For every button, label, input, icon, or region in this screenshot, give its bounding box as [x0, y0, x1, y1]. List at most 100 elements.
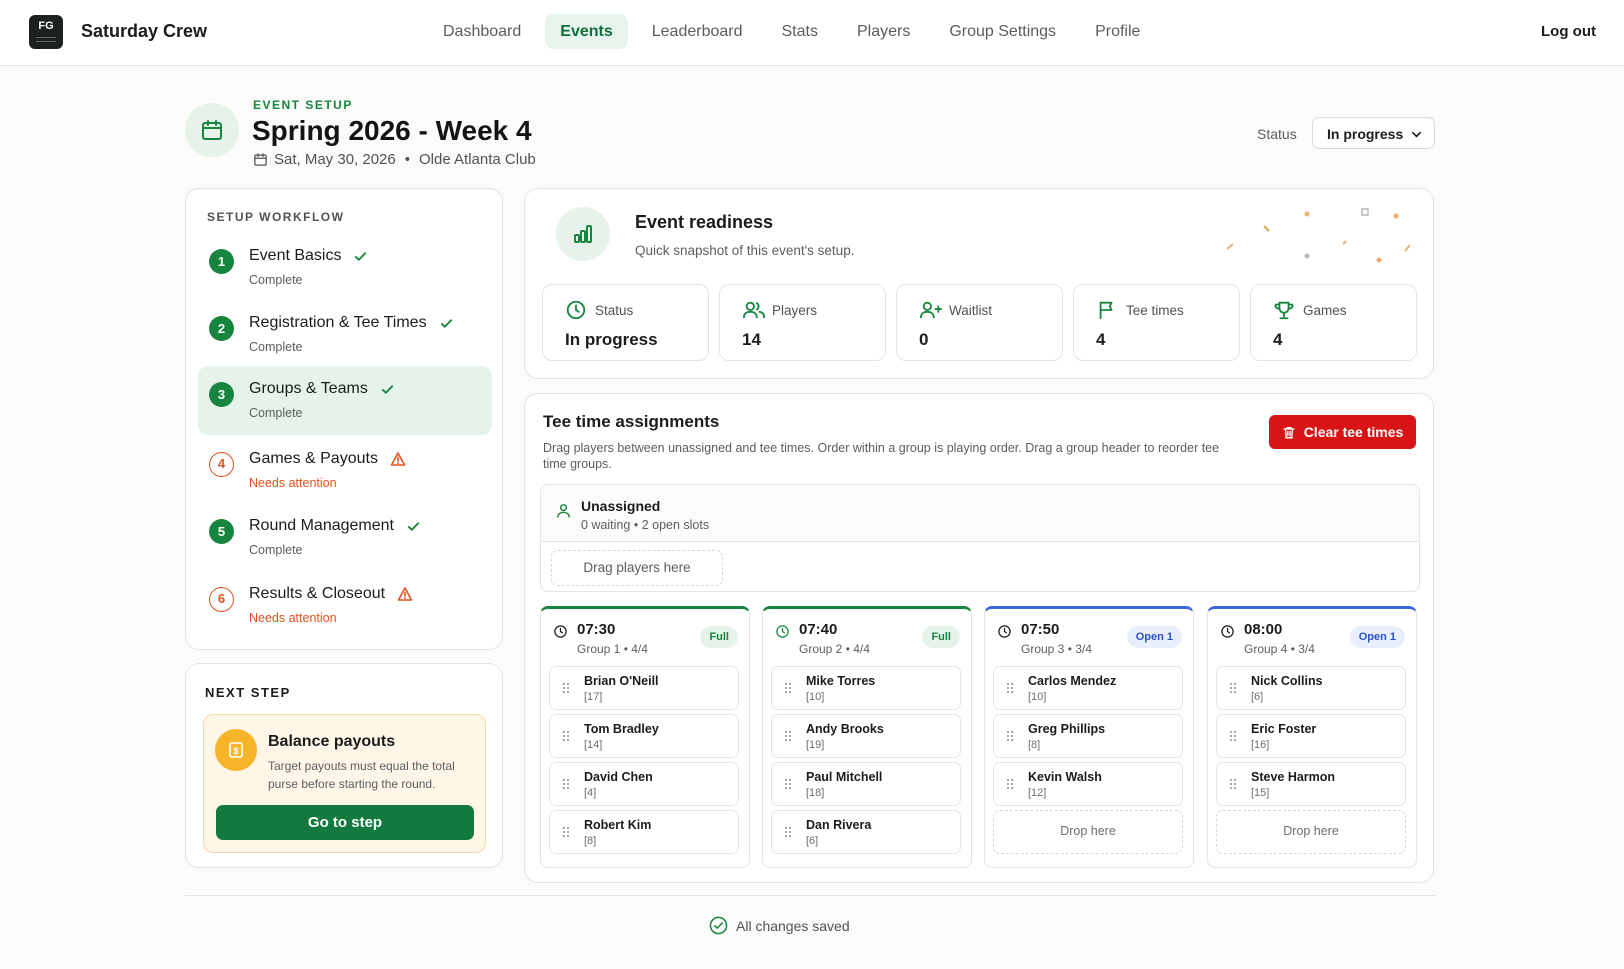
- player-name: Dan Rivera: [806, 818, 872, 832]
- player-handicap: [6]: [1251, 691, 1264, 703]
- drag-handle-icon[interactable]: [562, 826, 570, 838]
- player-card[interactable]: Brian O'Neill [17]: [549, 666, 739, 710]
- workflow-step-event-basics[interactable]: 1 Event Basics Complete: [198, 233, 492, 299]
- nav-players[interactable]: Players: [842, 14, 925, 49]
- player-handicap: [14]: [584, 739, 603, 751]
- step-state: Needs attention: [249, 611, 337, 625]
- player-name: Brian O'Neill: [584, 674, 659, 688]
- app-logo[interactable]: FG: [29, 15, 63, 49]
- unassigned-drop-zone[interactable]: Drag players here: [551, 550, 723, 586]
- unassigned-pool[interactable]: Unassigned 0 waiting • 2 open slots Drag…: [540, 484, 1420, 592]
- step-number: 5: [209, 519, 234, 544]
- open-slot-drop-zone[interactable]: Drop here: [993, 810, 1183, 854]
- player-handicap: [10]: [1028, 691, 1047, 703]
- player-card[interactable]: Andy Brooks [19]: [771, 714, 961, 758]
- step-name: Groups & Teams: [249, 380, 368, 397]
- nav-profile[interactable]: Profile: [1080, 14, 1155, 49]
- next-step-callout: $ Balance payouts Target payouts must eq…: [203, 714, 486, 853]
- player-card[interactable]: Tom Bradley [14]: [549, 714, 739, 758]
- step-name: Results & Closeout: [249, 585, 386, 602]
- drag-handle-icon[interactable]: [784, 778, 792, 790]
- users-icon: [742, 299, 766, 321]
- status-select[interactable]: In progress: [1312, 117, 1435, 149]
- player-card[interactable]: Carlos Mendez [10]: [993, 666, 1183, 710]
- readiness-tile-tee-times: Tee times 4: [1073, 284, 1240, 361]
- drag-handle-icon[interactable]: [784, 682, 792, 694]
- player-card[interactable]: Steve Harmon [15]: [1216, 762, 1406, 806]
- drag-handle-icon[interactable]: [1006, 682, 1014, 694]
- nav-stats[interactable]: Stats: [767, 14, 833, 49]
- nav-dashboard[interactable]: Dashboard: [428, 14, 536, 49]
- workflow-step-registration[interactable]: 2 Registration & Tee Times Complete: [198, 300, 492, 366]
- group-time[interactable]: 07:50: [1021, 621, 1059, 638]
- player-name: Andy Brooks: [806, 722, 884, 736]
- group-time[interactable]: 07:40: [799, 621, 837, 638]
- svg-text:$: $: [233, 746, 238, 756]
- top-nav-bar: FG Saturday Crew Dashboard Events Leader…: [0, 0, 1624, 66]
- drag-handle-icon[interactable]: [562, 682, 570, 694]
- group-time[interactable]: 07:30: [577, 621, 615, 638]
- nav-group-settings[interactable]: Group Settings: [934, 14, 1071, 49]
- group-meta: Group 4 • 3/4: [1244, 642, 1315, 656]
- player-handicap: [12]: [1028, 787, 1047, 799]
- clock-icon: [565, 299, 587, 321]
- go-to-step-button[interactable]: Go to step: [216, 805, 474, 840]
- player-card[interactable]: Dan Rivera [6]: [771, 810, 961, 854]
- player-card[interactable]: Nick Collins [6]: [1216, 666, 1406, 710]
- drag-handle-icon[interactable]: [1229, 682, 1237, 694]
- step-name: Round Management: [249, 517, 394, 534]
- workflow-step-games-payouts[interactable]: 4 Games & Payouts Needs attention: [198, 436, 492, 502]
- step-state: Complete: [249, 273, 303, 287]
- player-name: Eric Foster: [1251, 722, 1317, 736]
- readiness-title: Event readiness: [635, 212, 774, 232]
- check-icon: [406, 519, 421, 534]
- unassigned-header: Unassigned 0 waiting • 2 open slots: [541, 485, 1419, 542]
- trophy-icon: [1273, 299, 1295, 321]
- tile-label: Games: [1303, 303, 1347, 318]
- workflow-step-results-closeout[interactable]: 6 Results & Closeout Needs attention: [198, 571, 492, 637]
- player-card[interactable]: Robert Kim [8]: [549, 810, 739, 854]
- calendar-icon: [185, 103, 239, 157]
- tee-time-group-4[interactable]: 08:00 Group 4 • 3/4 Open 1 Nick Collins […: [1207, 606, 1417, 868]
- drag-handle-icon[interactable]: [1006, 730, 1014, 742]
- nav-events[interactable]: Events: [545, 14, 628, 49]
- tile-label: Waitlist: [949, 303, 992, 318]
- drag-handle-icon[interactable]: [1006, 778, 1014, 790]
- status-select-value: In progress: [1327, 126, 1404, 142]
- drag-handle-icon[interactable]: [784, 826, 792, 838]
- drag-handle-icon[interactable]: [1229, 778, 1237, 790]
- group-status-badge: Open 1: [1349, 626, 1405, 648]
- player-card[interactable]: Mike Torres [10]: [771, 666, 961, 710]
- chevron-down-icon: [1411, 129, 1422, 140]
- drag-handle-icon[interactable]: [1229, 730, 1237, 742]
- step-state: Complete: [249, 406, 303, 420]
- user-plus-icon: [919, 299, 943, 321]
- drag-handle-icon[interactable]: [562, 778, 570, 790]
- drag-handle-icon[interactable]: [784, 730, 792, 742]
- workflow-step-groups-teams[interactable]: 3 Groups & Teams Complete: [198, 366, 492, 435]
- tee-time-group-3[interactable]: 07:50 Group 3 • 3/4 Open 1 Carlos Mendez…: [984, 606, 1194, 868]
- drag-handle-icon[interactable]: [562, 730, 570, 742]
- player-card[interactable]: Kevin Walsh [12]: [993, 762, 1183, 806]
- player-card[interactable]: Eric Foster [16]: [1216, 714, 1406, 758]
- tee-time-group-2[interactable]: 07:40 Group 2 • 4/4 Full Mike Torres [10]…: [762, 606, 972, 868]
- workflow-step-round-management[interactable]: 5 Round Management Complete: [198, 503, 492, 569]
- tee-time-assignments-card: Tee time assignments Drag players betwee…: [524, 393, 1434, 883]
- check-icon: [439, 316, 454, 331]
- group-time[interactable]: 08:00: [1244, 621, 1282, 638]
- brand-name[interactable]: Saturday Crew: [81, 21, 207, 42]
- open-slot-drop-zone[interactable]: Drop here: [1216, 810, 1406, 854]
- nav-leaderboard[interactable]: Leaderboard: [637, 14, 758, 49]
- save-status-text: All changes saved: [736, 917, 850, 934]
- tile-value: 4: [1273, 330, 1283, 349]
- player-card[interactable]: Greg Phillips [8]: [993, 714, 1183, 758]
- player-card[interactable]: David Chen [4]: [549, 762, 739, 806]
- tile-value: 0: [919, 330, 929, 349]
- tee-time-group-1[interactable]: 07:30 Group 1 • 4/4 Full Brian O'Neill [1…: [540, 606, 750, 868]
- clear-tee-times-button[interactable]: Clear tee times: [1269, 415, 1416, 449]
- player-handicap: [16]: [1251, 739, 1270, 751]
- logout-link[interactable]: Log out: [1541, 23, 1596, 40]
- readiness-tile-waitlist: Waitlist 0: [896, 284, 1063, 361]
- player-card[interactable]: Paul Mitchell [18]: [771, 762, 961, 806]
- player-name: David Chen: [584, 770, 653, 784]
